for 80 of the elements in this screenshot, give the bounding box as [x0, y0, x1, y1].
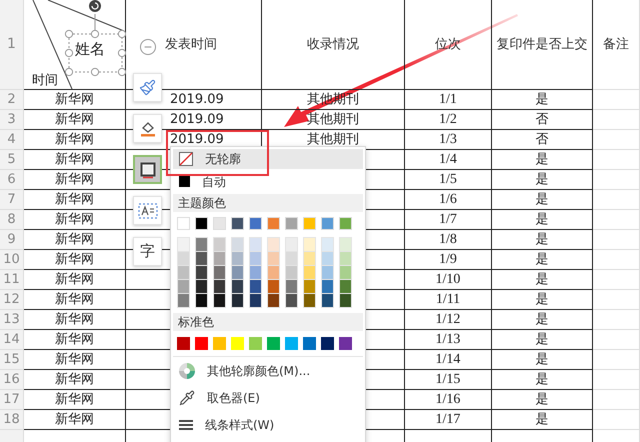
header-label: 姓名 — [75, 42, 105, 57]
table-cell: 是 — [492, 170, 593, 190]
table-cell: 1/11 — [405, 290, 492, 310]
table-cell: 是 — [492, 150, 593, 170]
row-header: 11 — [0, 270, 24, 290]
table-cell: 是 — [492, 90, 593, 110]
row-header: 4 — [0, 130, 24, 150]
row-header: 5 — [0, 150, 24, 170]
row-header: 6 — [0, 170, 24, 190]
table-cell: 1/17 — [405, 410, 492, 430]
table-cell: 新华网 — [24, 350, 126, 370]
table-cell: 是 — [492, 370, 593, 390]
table-cell: 新华网 — [24, 390, 126, 410]
table-cell: 是 — [492, 270, 593, 290]
table-cell: 新华网 — [24, 230, 126, 250]
toolbar-button[interactable]: 字 — [133, 237, 162, 266]
row-header: 2 — [0, 90, 24, 110]
table-cell: 新华网 — [24, 110, 126, 130]
table-cell: 否 — [492, 110, 593, 130]
header-label: 时间 — [32, 74, 58, 87]
table-cell: 是 — [492, 410, 593, 430]
table-cell: 1/6 — [405, 190, 492, 210]
table-cell: 新华网 — [24, 410, 126, 430]
table-cell: 否 — [492, 130, 593, 150]
row-header: 14 — [0, 330, 24, 350]
table-cell: 1/7 — [405, 210, 492, 230]
row-header: 18 — [0, 410, 24, 430]
table-cell: 新华网 — [24, 170, 126, 190]
table-cell: 新华网 — [24, 290, 126, 310]
table-cell: 1/12 — [405, 310, 492, 330]
table-cell: 是 — [492, 350, 593, 370]
row-header: 12 — [0, 290, 24, 310]
table-cell: 1/14 — [405, 350, 492, 370]
row-header: 13 — [0, 310, 24, 330]
menu-item[interactable]: 线条样式(W) — [173, 411, 363, 438]
table-cell: 是 — [492, 310, 593, 330]
table-cell: 1/10 — [405, 270, 492, 290]
text-direction-glyph: 字 — [140, 244, 155, 259]
table-cell: 新华网 — [24, 90, 126, 110]
column-header: 备注 — [593, 0, 640, 90]
menu-item[interactable]: 取色器(E) — [173, 384, 363, 411]
table-cell: 新华网 — [24, 370, 126, 390]
table-cell: 是 — [492, 390, 593, 410]
table-cell: 1/1 — [405, 90, 492, 110]
table-cell: 是 — [492, 190, 593, 210]
menu-item[interactable]: 无轮廓 — [173, 149, 363, 169]
row-header: 15 — [0, 350, 24, 370]
table-cell: 是 — [492, 210, 593, 230]
table-cell: 1/13 — [405, 330, 492, 350]
table-cell: 新华网 — [24, 270, 126, 290]
menu-item[interactable]: 其他轮廓颜色(M)... — [173, 357, 363, 384]
table-cell: 是 — [492, 290, 593, 310]
row-header: 9 — [0, 230, 24, 250]
table-cell: 1/9 — [405, 250, 492, 270]
row-header: 3 — [0, 110, 24, 130]
row-header: 8 — [0, 210, 24, 230]
row-header: 16 — [0, 370, 24, 390]
table-cell: 1/16 — [405, 390, 492, 410]
table-cell: 新华网 — [24, 310, 126, 330]
table-cell: 1/2 — [405, 110, 492, 130]
row-header: 17 — [0, 390, 24, 410]
table-cell: 新华网 — [24, 250, 126, 270]
section-heading: 主题颜色 — [178, 195, 226, 212]
table-cell: 1/3 — [405, 130, 492, 150]
section-heading: 标准色 — [178, 314, 214, 331]
table-cell: 新华网 — [24, 330, 126, 350]
table-cell: 是 — [492, 330, 593, 350]
table-cell: 新华网 — [24, 210, 126, 230]
row-header: 7 — [0, 190, 24, 210]
table-cell: 1/8 — [405, 230, 492, 250]
table-cell: 1/15 — [405, 370, 492, 390]
table-cell: 新华网 — [24, 150, 126, 170]
table-cell: 1/4 — [405, 150, 492, 170]
row-header: 1 — [0, 0, 24, 90]
table-cell: 1/5 — [405, 170, 492, 190]
table-cell: 是 — [492, 250, 593, 270]
table-cell: 新华网 — [24, 190, 126, 210]
table-cell: 是 — [492, 230, 593, 250]
row-header: 10 — [0, 250, 24, 270]
table-cell: 新华网 — [24, 130, 126, 150]
